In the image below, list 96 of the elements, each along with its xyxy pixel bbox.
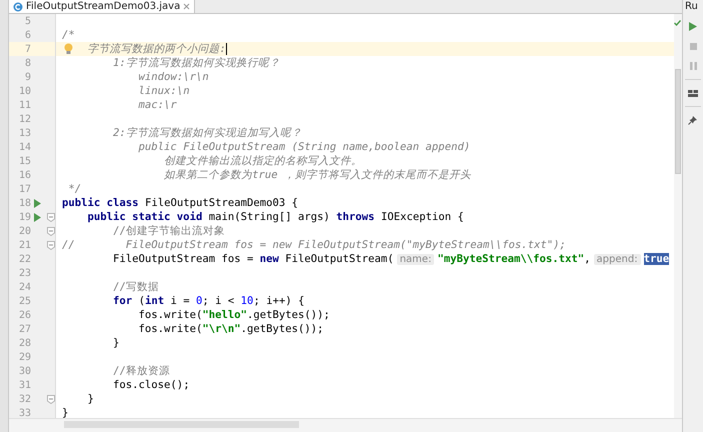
doc-comment-text: mac:\r — [138, 99, 177, 111]
line-number: 25 — [18, 296, 31, 306]
line-number: 17 — [18, 184, 31, 194]
line-number: 19 — [18, 212, 31, 222]
code-keyword: for — [113, 295, 132, 307]
line-number: 12 — [18, 114, 31, 124]
doc-comment-text: 创建文件输出流以指定的名称写入文件。 — [164, 154, 362, 168]
line-number: 28 — [18, 338, 31, 348]
doc-comment-text: 字节流写数据的两个小问题: — [88, 42, 226, 56]
line-number: 33 — [18, 408, 31, 418]
code-text: main(String[] args) — [208, 211, 331, 223]
comment-text: //写数据 — [113, 280, 159, 294]
line-number: 5 — [24, 16, 31, 26]
code-text: ( — [138, 295, 145, 307]
run-icon[interactable] — [34, 198, 40, 208]
line-number: 13 — [18, 128, 31, 138]
selected-text: true — [644, 253, 670, 265]
pin-icon[interactable] — [688, 115, 698, 125]
line-number: 11 — [18, 100, 31, 110]
commented-code: // FileOutputStream fos = new FileOutputStream("myByteStream\\fos.txt"); — [62, 239, 566, 251]
doc-comment-text: /* — [62, 29, 75, 41]
code-text: fos.close(); — [113, 379, 190, 391]
lightbulb-icon[interactable] — [64, 43, 73, 55]
doc-comment-text: 2:字节流写数据如何实现追加写入呢？ — [113, 126, 302, 140]
line-number: 6 — [24, 30, 31, 40]
check-icon — [674, 20, 681, 26]
code-text: , — [584, 253, 591, 265]
line-number: 18 — [18, 198, 31, 208]
line-number: 21 — [18, 240, 31, 250]
doc-comment-text: public FileOutputStream (String name,boolean append) — [138, 141, 470, 153]
line-number: 9 — [24, 72, 31, 82]
code-text: .getBytes()); — [246, 309, 330, 321]
code-text: FileOutputStream fos = — [113, 253, 254, 265]
line-number: 22 — [18, 254, 31, 264]
code-text: .getBytes()); — [240, 323, 324, 335]
fold-icon[interactable] — [47, 240, 55, 250]
code-text: fos.write( — [138, 323, 202, 335]
editor-tab[interactable]: FileOutputStreamDemo03.java — [9, 0, 196, 13]
close-icon[interactable] — [183, 3, 190, 10]
doc-comment-text: 1:字节流写数据如何实现换行呢？ — [113, 56, 280, 70]
code-text: } — [113, 337, 120, 349]
code-text: ; i < — [202, 295, 236, 307]
line-number: 14 — [18, 142, 31, 152]
text-caret — [226, 43, 227, 55]
line-number: 29 — [18, 352, 31, 362]
string-literal: "myByteStream\\fos.txt" — [437, 253, 584, 265]
code-text: i = — [170, 295, 191, 307]
line-number: 26 — [18, 310, 31, 320]
line-number: 10 — [18, 86, 31, 96]
line-number: 7 — [24, 44, 31, 54]
code-text: ; i++) { — [253, 295, 304, 307]
line-number: 8 — [24, 58, 31, 68]
doc-comment-text: linux:\n — [138, 85, 190, 97]
code-keyword: public static void — [88, 211, 202, 223]
line-number: 16 — [18, 170, 31, 180]
code-keyword: int — [144, 295, 164, 307]
run-panel-title: Ru — [684, 0, 698, 13]
code-keyword: new — [260, 253, 279, 265]
line-number: 23 — [18, 268, 31, 278]
code-text: } — [88, 393, 94, 405]
doc-comment-text: window:\r\n — [138, 71, 209, 83]
line-number: 31 — [18, 380, 31, 390]
line-number: 24 — [18, 282, 31, 292]
code-text: fos.write( — [138, 309, 202, 321]
code-keyword: public class — [62, 197, 139, 209]
vertical-scrollbar[interactable] — [674, 14, 682, 418]
code-text: } — [62, 407, 68, 419]
code-text: FileOutputStream( — [285, 253, 394, 265]
layout-icon[interactable] — [688, 90, 698, 96]
fold-icon[interactable] — [47, 226, 55, 236]
line-number: 20 — [18, 226, 31, 236]
number-literal: 10 — [240, 295, 254, 307]
string-literal: "\r\n" — [202, 323, 241, 335]
number-literal: 0 — [196, 295, 202, 307]
class-icon — [13, 2, 23, 12]
code-keyword: throws — [336, 211, 375, 223]
line-number: 27 — [18, 324, 31, 334]
run-icon[interactable] — [689, 22, 697, 30]
stop-icon[interactable] — [690, 42, 696, 50]
line-number: 30 — [18, 366, 31, 376]
comment-text: //创建字节输出流对象 — [113, 224, 225, 238]
parameter-hint: append: — [594, 254, 641, 264]
line-number: 15 — [18, 156, 31, 166]
fold-icon[interactable] — [47, 394, 55, 404]
doc-comment-text: */ — [68, 183, 82, 195]
doc-comment-text: 如果第二个参数为true ，则字节将写入文件的末尾而不是开头 — [164, 168, 471, 182]
parameter-hint: name: — [396, 254, 434, 264]
line-number: 32 — [18, 394, 31, 404]
horizontal-scrollbar[interactable] — [64, 421, 299, 428]
code-text: IOException { — [380, 211, 464, 223]
fold-icon[interactable] — [47, 212, 55, 222]
code-text: FileOutputStreamDemo03 { — [144, 197, 298, 209]
string-literal: "hello" — [202, 309, 247, 321]
run-icon[interactable] — [34, 212, 40, 222]
pause-icon[interactable] — [690, 62, 696, 70]
comment-text: //释放资源 — [113, 364, 170, 378]
